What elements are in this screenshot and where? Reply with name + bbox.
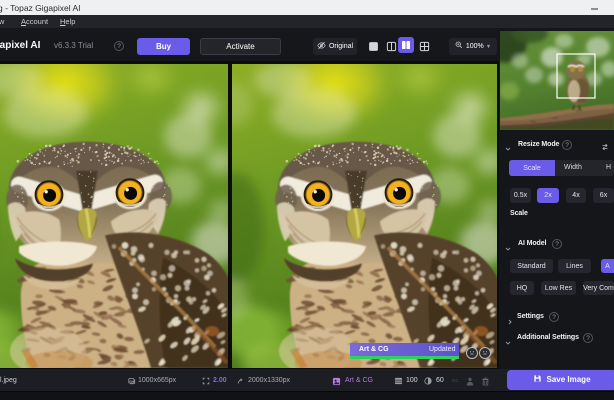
svg-text:GC: GC: [452, 378, 460, 383]
